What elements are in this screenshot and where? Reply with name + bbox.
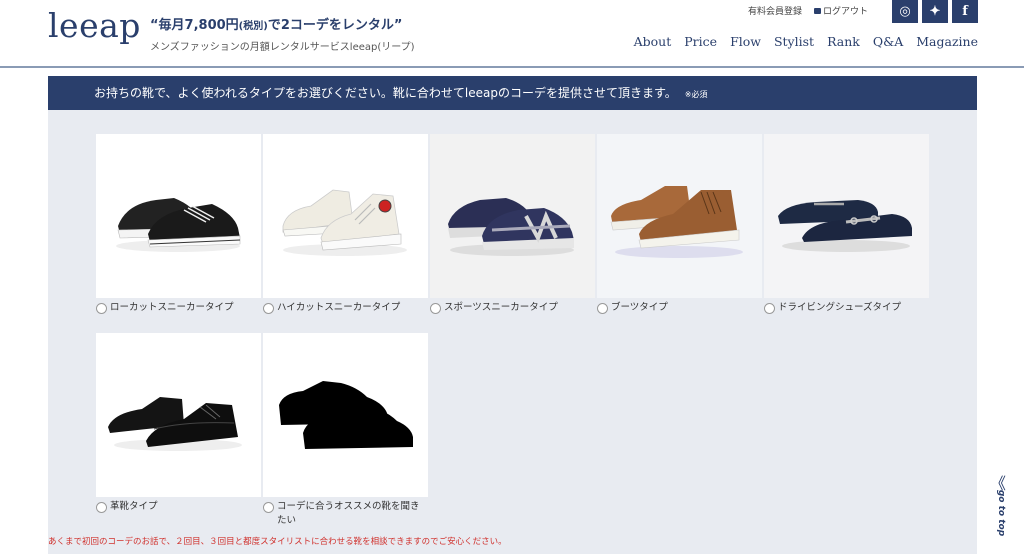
tagline-rest: で2コーデをレンタル”: [267, 18, 403, 33]
shoe-option-driving[interactable]: ドライビングシューズタイプ: [764, 134, 929, 315]
instagram-icon[interactable]: ◎: [892, 0, 918, 23]
option-label[interactable]: ハイカットスニーカータイプ: [263, 301, 428, 315]
radio-button[interactable]: [263, 303, 274, 314]
radio-button[interactable]: [96, 303, 107, 314]
site-header: leeap “毎月7,800円(税別)で2コーデをレンタル” メンズファッション…: [0, 0, 1024, 68]
site-logo[interactable]: leeap: [48, 6, 141, 45]
sports-sneaker-image[interactable]: [430, 134, 595, 298]
option-label[interactable]: スポーツスニーカータイプ: [430, 301, 595, 315]
option-text: ドライビングシューズタイプ: [778, 302, 902, 313]
radio-button[interactable]: [96, 502, 107, 513]
option-text: ブーツタイプ: [611, 302, 668, 313]
silhouette-shoes-image[interactable]: [263, 333, 428, 497]
option-text: スポーツスニーカータイプ: [444, 302, 558, 313]
nav-magazine[interactable]: Magazine: [916, 34, 978, 49]
option-label[interactable]: コーデに合うオススメの靴を聞きたい: [263, 500, 428, 528]
banner-text: お持ちの靴で、よく使われるタイプをお選びください。靴に合わせてleeapのコーデ…: [94, 86, 677, 100]
radio-button[interactable]: [430, 303, 441, 314]
instruction-banner: お持ちの靴で、よく使われるタイプをお選びください。靴に合わせてleeapのコーデ…: [48, 76, 977, 110]
shoe-option-recommend[interactable]: コーデに合うオススメの靴を聞きたい: [263, 333, 428, 528]
tagline: “毎月7,800円(税別)で2コーデをレンタル”: [150, 14, 402, 33]
lowcut-sneaker-image[interactable]: [96, 134, 261, 298]
nav-qa[interactable]: Q&A: [873, 34, 903, 49]
option-label[interactable]: ローカットスニーカータイプ: [96, 301, 261, 315]
shoe-option-boots[interactable]: ブーツタイプ: [597, 134, 762, 315]
account-links: 有料会員登録 ログアウト: [748, 4, 868, 17]
option-text: ハイカットスニーカータイプ: [277, 302, 401, 313]
nav-about[interactable]: About: [634, 34, 672, 49]
driving-shoes-image[interactable]: [764, 134, 929, 298]
register-link[interactable]: 有料会員登録: [748, 4, 802, 17]
boots-image[interactable]: [597, 134, 762, 298]
shoe-option-sports[interactable]: スポーツスニーカータイプ: [430, 134, 595, 315]
shoe-option-leather[interactable]: 革靴タイプ: [96, 333, 261, 514]
twitter-icon[interactable]: ✦: [922, 0, 948, 23]
radio-button[interactable]: [597, 303, 608, 314]
leather-shoes-image[interactable]: [96, 333, 261, 497]
option-text: ローカットスニーカータイプ: [110, 302, 234, 313]
subtagline: メンズファッションの月額レンタルサービスleeap(リープ): [150, 42, 415, 53]
shoe-selection-panel: お持ちの靴で、よく使われるタイプをお選びください。靴に合わせてleeapのコーデ…: [48, 76, 977, 554]
shoe-option-lowcut[interactable]: ローカットスニーカータイプ: [96, 134, 261, 315]
option-text: 革靴タイプ: [110, 501, 158, 512]
tagline-main: “毎月7,800円: [150, 18, 239, 33]
go-to-top-label: go to top: [996, 489, 1007, 537]
option-label[interactable]: 革靴タイプ: [96, 500, 261, 514]
highcut-sneaker-image[interactable]: [263, 134, 428, 298]
logout-link[interactable]: ログアウト: [814, 4, 868, 17]
option-label[interactable]: ブーツタイプ: [597, 301, 762, 315]
nav-price[interactable]: Price: [684, 34, 717, 49]
go-to-top-button[interactable]: 《 go to top: [986, 470, 1010, 540]
radio-button[interactable]: [263, 502, 274, 513]
radio-button[interactable]: [764, 303, 775, 314]
facebook-icon[interactable]: f: [952, 0, 978, 23]
logout-label: ログアウト: [823, 7, 869, 17]
main-nav: About Price Flow Stylist Rank Q&A Magazi…: [634, 34, 978, 49]
option-text: コーデに合うオススメの靴を聞きたい: [277, 501, 420, 526]
nav-rank[interactable]: Rank: [827, 34, 860, 49]
social-links: ◎ ✦ f: [888, 0, 978, 23]
option-label[interactable]: ドライビングシューズタイプ: [764, 301, 929, 315]
shoe-option-highcut[interactable]: ハイカットスニーカータイプ: [263, 134, 428, 315]
nav-stylist[interactable]: Stylist: [774, 34, 814, 49]
nav-flow[interactable]: Flow: [730, 34, 761, 49]
reassurance-note: あくまで初回のコーデのお話で、２回目、３回目と都度スタイリストに合わせる靴を相談…: [48, 537, 507, 547]
tagline-small: (税別): [238, 21, 268, 32]
required-mark: ※必須: [684, 90, 708, 99]
lock-icon: [814, 8, 822, 14]
